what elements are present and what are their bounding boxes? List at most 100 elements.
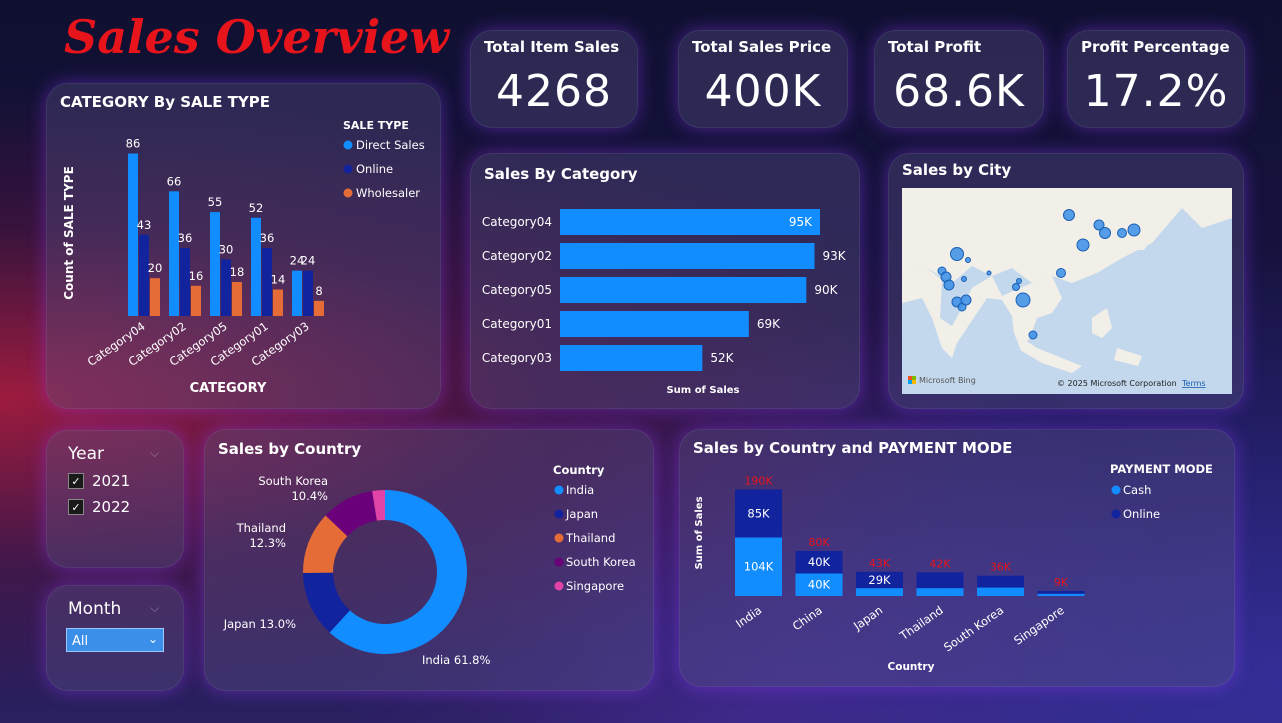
page-title: Sales Overview [64, 10, 450, 64]
data-label: 66 [167, 174, 182, 188]
data-label: 90K [814, 283, 838, 297]
bar-category02[interactable] [560, 243, 815, 269]
data-label: 85K [747, 506, 770, 520]
sales-by-category-chart: Sales By Category Sum of Sales Category0… [482, 165, 847, 396]
bar-category03-wholesaler[interactable] [314, 300, 324, 316]
bar-category04[interactable] [560, 209, 820, 235]
legend-label-cash[interactable]: Cash [1123, 483, 1151, 497]
legend-title: SALE TYPE [343, 119, 409, 132]
bar-category01-wholesaler[interactable] [273, 289, 283, 316]
bar-category03-direct-sales[interactable] [292, 270, 302, 316]
kpi-label: Profit Percentage [1081, 38, 1230, 56]
y-tick-label: Category01 [482, 317, 552, 331]
bar-singapore-online[interactable] [1037, 590, 1085, 594]
bar-thailand-cash[interactable] [916, 588, 964, 596]
data-label: 95K [789, 215, 813, 229]
bar-category03-online[interactable] [303, 270, 313, 316]
bar-category02-direct-sales[interactable] [169, 191, 179, 316]
kpi-label: Total Sales Price [692, 38, 832, 56]
data-label: 18 [230, 265, 245, 279]
bar-south-korea-online[interactable] [977, 575, 1024, 588]
data-label: 36 [260, 231, 275, 245]
sales-by-country-payment-chart: Sales by Country and PAYMENT MODE Sum of… [693, 439, 1213, 673]
chart-title: CATEGORY By SALE TYPE [60, 93, 270, 111]
map-title: Sales by City [902, 161, 1012, 179]
legend-label-south-korea[interactable]: South Korea [566, 555, 636, 569]
x-axis-label: Sum of Sales [666, 385, 739, 396]
x-tick-label: Japan [850, 603, 885, 633]
kpi-value: 68.6K [893, 66, 1025, 117]
kpi-card-total-profit: Total Profit 68.6K [874, 30, 1044, 128]
x-axis-label: CATEGORY [190, 381, 267, 396]
bar-category04-online[interactable] [139, 234, 149, 316]
x-tick-label: China [790, 603, 825, 633]
legend-label-wholesaler[interactable]: Wholesaler [356, 186, 420, 200]
data-label: 93K [823, 249, 847, 263]
legend-swatch-singapore [554, 581, 564, 591]
checkbox-checked-icon[interactable]: ✓ [68, 473, 84, 489]
data-label: South Korea [258, 474, 328, 488]
bar-japan-cash[interactable] [856, 588, 903, 596]
data-label: 14 [271, 273, 286, 287]
sales-by-country-payment-card: Sales by Country and PAYMENT MODE Sum of… [679, 429, 1235, 687]
chevron-down-icon[interactable]: ⌄ [148, 632, 158, 646]
data-label: 104K [744, 560, 774, 574]
legend-label-india[interactable]: India [566, 483, 594, 497]
data-label: Japan 13.0% [223, 617, 296, 631]
kpi-card-total-sales-price: Total Sales Price 400K [678, 30, 848, 128]
bar-category01[interactable] [560, 311, 749, 337]
data-label: 24 [301, 254, 316, 268]
month-select[interactable]: All ⌄ [66, 628, 164, 652]
y-tick-label: Category05 [482, 283, 552, 297]
bing-logo-icon [908, 376, 912, 380]
legend-label-direct-sales[interactable]: Direct Sales [356, 138, 425, 152]
bar-category04-wholesaler[interactable] [150, 278, 160, 316]
legend-swatch-japan [554, 509, 564, 519]
bar-thailand-online[interactable] [916, 572, 964, 589]
year-option-2022[interactable]: ✓ 2022 [68, 498, 130, 516]
y-axis-label: Sum of Sales [694, 496, 705, 569]
bar-singapore-cash[interactable] [1037, 593, 1085, 596]
sales-by-city-map[interactable]: Microsoft Bing © 2025 Microsoft Corporat… [902, 188, 1232, 394]
bar-south-korea-cash[interactable] [977, 587, 1024, 596]
legend-label-thailand[interactable]: Thailand [565, 531, 615, 545]
legend-label-online[interactable]: Online [356, 162, 393, 176]
kpi-value: 400K [704, 66, 822, 117]
bar-category05-direct-sales[interactable] [210, 212, 220, 316]
bar-category05-wholesaler[interactable] [232, 282, 242, 316]
map-copyright: © 2025 Microsoft Corporation [1057, 379, 1177, 388]
y-tick-label: Category03 [482, 351, 552, 365]
checkbox-checked-icon[interactable]: ✓ [68, 499, 84, 515]
x-tick-label: India [733, 603, 764, 631]
x-tick-label: Singapore [1011, 603, 1067, 648]
data-label: Thailand [236, 521, 286, 535]
map-terms-link[interactable]: Terms [1181, 379, 1206, 388]
chevron-down-icon[interactable]: ⌵ [150, 446, 159, 461]
bar-category04-direct-sales[interactable] [128, 153, 138, 316]
bar-category05[interactable] [560, 277, 807, 303]
sales-by-country-chart: Sales by Country Country India 61.8% Japa… [218, 440, 636, 667]
data-label: 36 [178, 231, 193, 245]
legend-label-singapore[interactable]: Singapore [566, 579, 624, 593]
sales-by-country-card: Sales by Country Country India 61.8% Japa… [204, 429, 654, 691]
chart-title: Sales by Country and PAYMENT MODE [693, 439, 1012, 457]
chevron-down-icon[interactable]: ⌵ [150, 601, 159, 616]
year-option-2021[interactable]: ✓ 2021 [68, 472, 130, 490]
data-label: 12.3% [249, 536, 286, 550]
year-option-label: 2022 [92, 498, 131, 516]
data-label: 43 [137, 218, 152, 232]
legend-swatch-online [343, 164, 353, 174]
legend-swatch-india [554, 485, 564, 495]
legend-label-japan[interactable]: Japan [565, 507, 598, 521]
legend-swatch-wholesaler [343, 188, 353, 198]
kpi-label: Total Item Sales [484, 38, 620, 56]
y-tick-label: Category04 [482, 215, 552, 229]
bar-category02-wholesaler[interactable] [191, 285, 201, 316]
total-label: 80K [808, 536, 830, 549]
legend-label-online[interactable]: Online [1123, 507, 1160, 521]
total-label: 43K [869, 557, 891, 570]
total-label: 190K [744, 475, 773, 488]
bar-category03[interactable] [560, 345, 703, 371]
sales-by-city-card: Sales by City Microsoft Bing © 2025 Micr… [888, 153, 1244, 409]
category-by-sale-type-chart: CATEGORY By SALE TYPE Count of SALE TYPE… [60, 93, 425, 396]
